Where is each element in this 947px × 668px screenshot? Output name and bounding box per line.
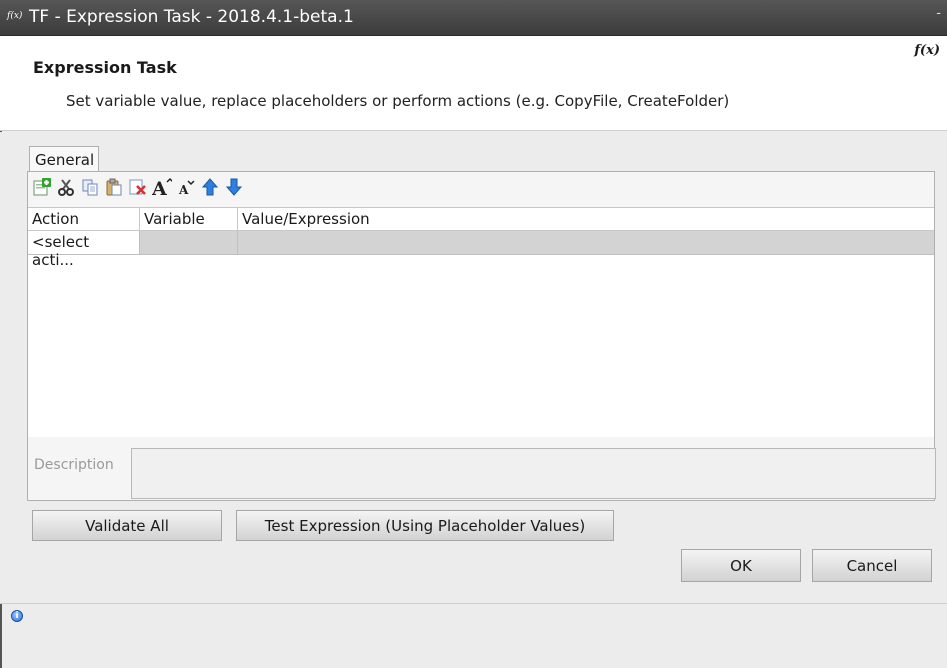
column-header-value-expression[interactable]: Value/Expression [238,208,934,230]
svg-text:A: A [178,183,189,196]
description-label: Description [34,457,114,473]
function-icon: f(x) [914,43,940,58]
grid-toolbar: A A [28,172,934,202]
dialog-description: Set variable value, replace placeholders… [66,92,730,110]
minimize-button[interactable]: - [936,6,941,21]
info-icon[interactable]: i [11,610,23,622]
validate-all-button[interactable]: Validate All [32,510,222,541]
dialog-header: Expression Task Set variable value, repl… [0,36,947,131]
cancel-button[interactable]: Cancel [812,549,932,582]
value-expression-cell[interactable] [238,231,934,254]
general-panel: A A Action Variable Value/Expression <se… [27,171,936,501]
grid-header: Action Variable Value/Expression [28,208,934,231]
dialog-content: General A A Action Variable Value/Expres… [0,132,947,604]
dialog-title: Expression Task [33,58,177,77]
test-expression-button[interactable]: Test Expression (Using Placeholder Value… [236,510,614,541]
cut-icon[interactable] [56,177,76,197]
column-header-action[interactable]: Action [28,208,140,230]
move-up-icon[interactable] [200,177,220,197]
tab-general[interactable]: General [29,146,99,172]
svg-text:A: A [152,178,167,197]
decrease-font-icon[interactable]: A [176,177,196,197]
column-header-variable[interactable]: Variable [140,208,238,230]
function-app-icon: f(x) [7,11,23,21]
move-down-icon[interactable] [224,177,244,197]
add-row-icon[interactable] [32,177,52,197]
action-cell[interactable]: <select acti... [28,231,140,269]
copy-icon[interactable] [80,177,100,197]
variable-cell[interactable] [140,231,238,254]
paste-icon[interactable] [104,177,124,197]
delete-icon[interactable] [128,177,148,197]
increase-font-icon[interactable]: A [152,177,172,197]
ok-button[interactable]: OK [681,549,801,582]
description-field[interactable] [131,448,936,499]
window-titlebar: f(x) TF - Expression Task - 2018.4.1-bet… [0,0,947,36]
table-row[interactable]: <select acti... [28,231,934,269]
status-divider [0,603,947,604]
window-title: TF - Expression Task - 2018.4.1-beta.1 [29,7,354,27]
expression-grid: Action Variable Value/Expression <select… [28,207,934,437]
